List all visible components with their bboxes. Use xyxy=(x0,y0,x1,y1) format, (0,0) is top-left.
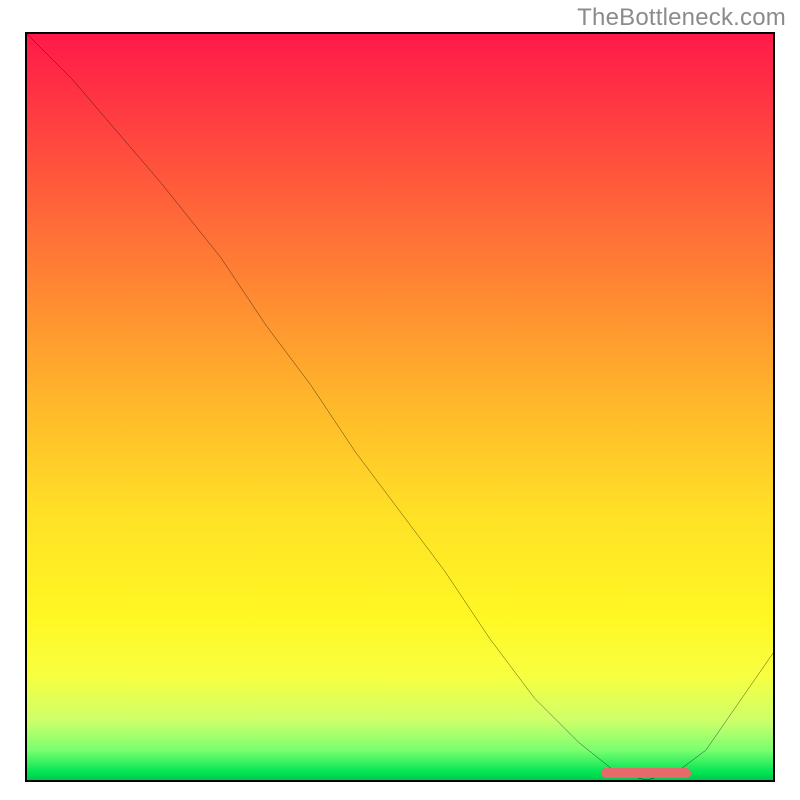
bottleneck-curve xyxy=(27,34,773,780)
optimal-zone-marker xyxy=(601,768,691,778)
chart-container: TheBottleneck.com xyxy=(0,0,800,800)
curve-svg xyxy=(27,34,773,780)
plot-border xyxy=(25,32,775,782)
watermark-text: TheBottleneck.com xyxy=(577,4,786,32)
plot-area xyxy=(27,34,773,780)
